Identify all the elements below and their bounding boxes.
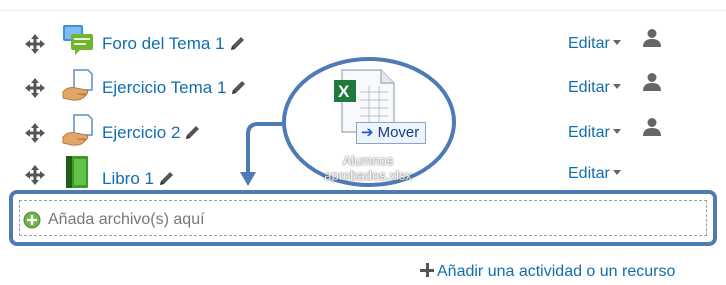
assignment-icon: [62, 114, 93, 146]
plus-icon: [420, 263, 434, 277]
arrow-right-icon: ➔: [361, 124, 374, 141]
move-handle-icon[interactable]: [24, 77, 46, 99]
move-handle-icon[interactable]: [24, 122, 46, 144]
edit-menu-label[interactable]: Editar: [568, 35, 610, 52]
edit-menu-label[interactable]: Editar: [568, 165, 610, 182]
activity-name[interactable]: Libro 1: [102, 169, 154, 188]
activity-name[interactable]: Ejercicio Tema 1: [102, 78, 226, 97]
move-handle-icon[interactable]: [24, 33, 46, 55]
activity-name[interactable]: Ejercicio 2: [102, 123, 180, 142]
forum-icon: [63, 25, 93, 55]
edit-menu[interactable]: Editar: [568, 79, 621, 97]
add-activity-label[interactable]: Añadir una actividad o un recurso: [437, 263, 675, 280]
activity-link[interactable]: Foro del Tema 1: [102, 34, 247, 54]
dropzone-text: Añada archivo(s) aquí: [48, 211, 205, 228]
edit-menu[interactable]: Editar: [568, 35, 621, 53]
activity-link[interactable]: Ejercicio Tema 1: [102, 78, 248, 98]
move-tooltip: ➔ Mover: [356, 122, 427, 144]
activity-link[interactable]: Ejercicio 2: [102, 123, 202, 143]
add-activity-link[interactable]: Añadir una actividad o un recurso: [420, 263, 675, 281]
edit-title-icon[interactable]: [184, 123, 202, 141]
chevron-down-icon: [612, 129, 621, 134]
file-name-line-2: aprobados.xlsx: [324, 168, 412, 183]
chevron-down-icon: [612, 40, 621, 45]
file-name-line-1: Alumnos: [342, 153, 394, 168]
section-top-divider: [0, 0, 726, 11]
edit-title-icon[interactable]: [158, 169, 176, 187]
user-icon[interactable]: [642, 72, 662, 92]
book-icon: [66, 156, 88, 188]
chevron-down-icon: [612, 170, 621, 175]
add-circle-icon: [23, 211, 41, 229]
move-tooltip-label: Mover: [377, 124, 420, 141]
dragged-file-name: Alumnos aprobados.xlsx: [308, 153, 428, 183]
edit-menu[interactable]: Editar: [568, 124, 621, 142]
user-icon[interactable]: [642, 28, 662, 48]
activity-link[interactable]: Libro 1: [102, 169, 176, 189]
move-handle-icon[interactable]: [24, 164, 46, 186]
edit-title-icon[interactable]: [229, 34, 247, 52]
edit-title-icon[interactable]: [230, 78, 248, 96]
activity-name[interactable]: Foro del Tema 1: [102, 34, 225, 53]
user-icon[interactable]: [642, 117, 662, 137]
activity-row-assignment-1: Ejercicio Tema 1 Editar: [0, 68, 726, 108]
assignment-icon: [62, 69, 93, 101]
edit-menu-label[interactable]: Editar: [568, 124, 610, 141]
activity-row-forum: Foro del Tema 1 Editar: [0, 24, 726, 64]
edit-menu[interactable]: Editar: [568, 165, 621, 183]
edit-menu-label[interactable]: Editar: [568, 79, 610, 96]
chevron-down-icon: [612, 84, 621, 89]
